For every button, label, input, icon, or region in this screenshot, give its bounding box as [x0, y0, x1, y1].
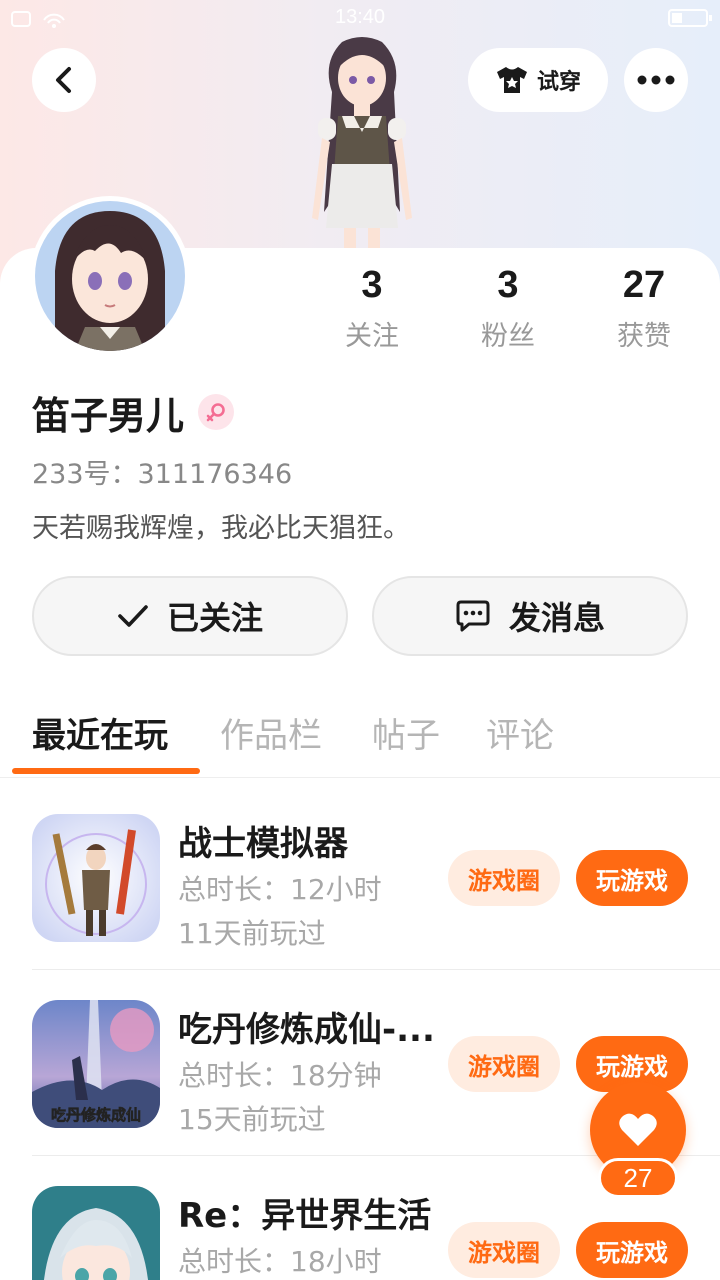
profile-tabs: 最近在玩 作品栏 帖子 评论	[0, 700, 720, 778]
send-message-label: 发消息	[508, 599, 605, 637]
like-count: 27	[598, 1158, 678, 1198]
stat-label: 获赞	[617, 321, 671, 352]
stat-followers[interactable]: 3 粉丝	[448, 262, 568, 353]
game-icon-caption: 吃丹修炼成仙	[51, 1106, 141, 1124]
play-game-button[interactable]: 玩游戏	[576, 850, 688, 906]
followed-button[interactable]: 已关注	[32, 576, 348, 656]
stat-value: 3	[497, 264, 519, 306]
game-duration: 总时长：12小时	[178, 873, 382, 906]
game-circle-button[interactable]: 游戏圈	[448, 850, 560, 906]
list-item[interactable]: 战士模拟器 总时长：12小时 11天前玩过 游戏圈 玩游戏	[0, 784, 720, 970]
game-last-played: 11天前玩过	[178, 917, 326, 950]
avatar-image	[35, 201, 185, 351]
stat-value: 3	[361, 264, 383, 306]
back-button[interactable]	[32, 48, 96, 112]
more-dots-icon	[637, 75, 675, 85]
battery-icon	[668, 9, 712, 27]
stat-likes[interactable]: 27 获赞	[584, 262, 704, 353]
user-bio: 天若赐我辉煌，我必比天猖狂。	[32, 513, 410, 544]
try-on-label: 试穿	[536, 70, 581, 95]
game-title: 吃丹修炼成仙-...	[178, 1010, 434, 1050]
tab-indicator	[12, 768, 200, 774]
game-circle-button[interactable]: 游戏圈	[448, 1036, 560, 1092]
user-name: 笛子男儿	[32, 393, 185, 438]
stat-label: 关注	[345, 321, 399, 352]
tab-works[interactable]: 作品栏	[220, 708, 322, 757]
game-icon	[32, 1186, 160, 1280]
more-button[interactable]	[624, 48, 688, 112]
game-duration: 总时长：18分钟	[178, 1059, 382, 1092]
game-circle-button[interactable]: 游戏圈	[448, 1222, 560, 1278]
tab-posts[interactable]: 帖子	[372, 708, 440, 757]
game-icon: 吃丹修炼成仙	[32, 1000, 160, 1128]
shirt-icon	[496, 67, 527, 93]
game-icon	[32, 814, 160, 942]
game-last-played: 15天前玩过	[178, 1103, 326, 1136]
chat-bubble-icon	[456, 600, 490, 632]
game-title: Re：异世界生活	[178, 1196, 432, 1236]
stat-following[interactable]: 3 关注	[312, 262, 432, 353]
send-message-button[interactable]: 发消息	[372, 576, 688, 656]
user-id: 233号：311176346	[32, 459, 293, 490]
avatar[interactable]	[30, 196, 190, 356]
avatar-character-figure	[312, 37, 412, 252]
stat-value: 27	[622, 264, 666, 306]
status-time: 13:40	[334, 6, 386, 28]
tab-recently-played[interactable]: 最近在玩	[32, 708, 168, 757]
chevron-left-icon	[56, 67, 71, 93]
try-on-button[interactable]: 试穿	[468, 48, 608, 112]
tab-comments[interactable]: 评论	[486, 708, 554, 757]
heart-icon	[619, 1113, 657, 1146]
name-row: 笛子男儿	[32, 386, 235, 438]
female-gender-icon	[198, 394, 235, 430]
check-icon	[118, 605, 148, 627]
play-game-button[interactable]: 玩游戏	[576, 1222, 688, 1278]
followed-label: 已关注	[166, 599, 263, 637]
game-duration: 总时长：18小时	[178, 1245, 382, 1278]
stat-label: 粉丝	[481, 321, 535, 352]
game-title: 战士模拟器	[178, 824, 348, 864]
